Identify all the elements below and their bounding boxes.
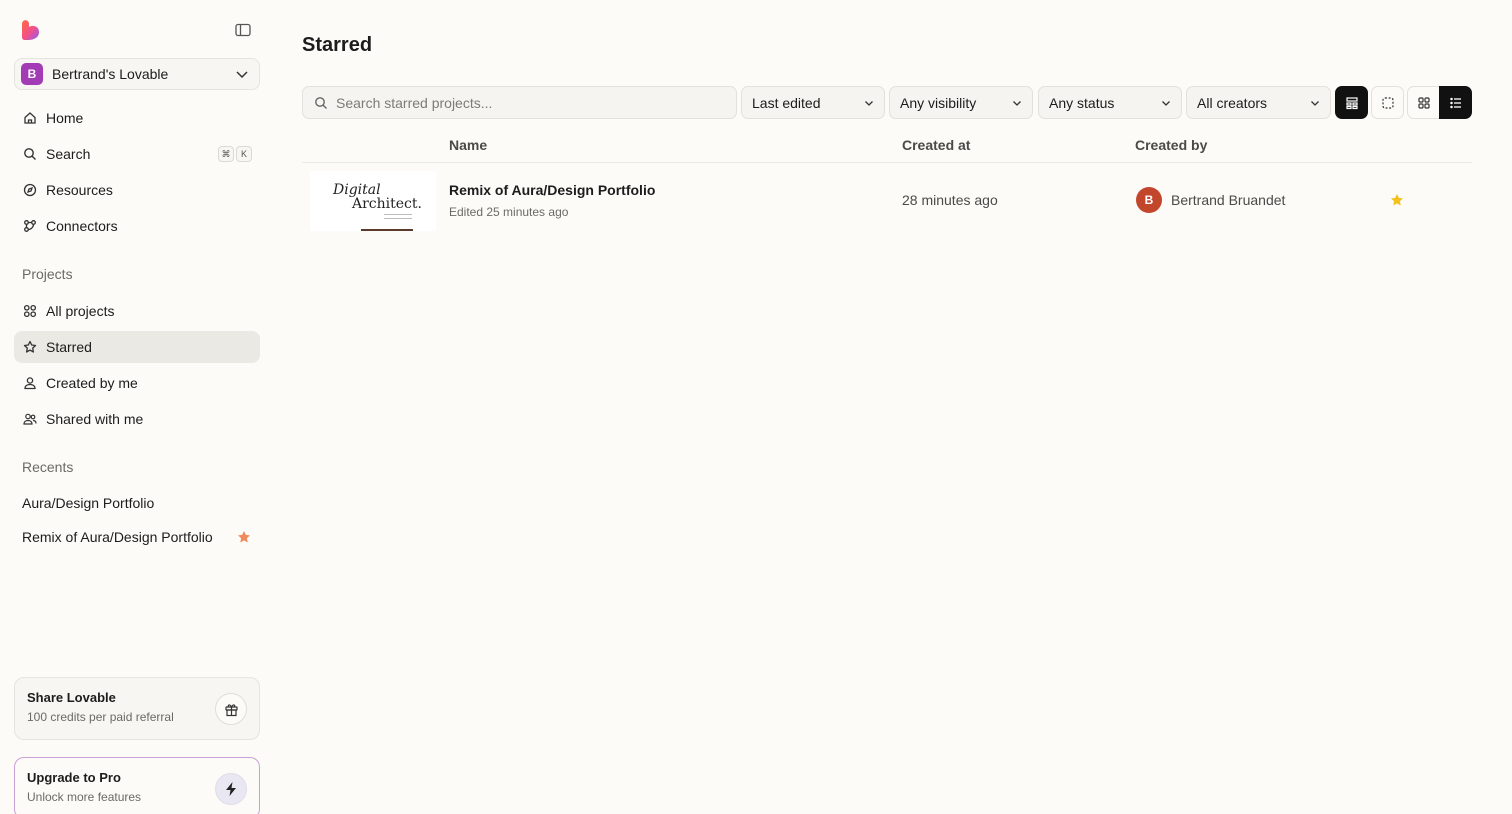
search-input[interactable] — [336, 94, 716, 111]
chevron-down-icon — [1311, 100, 1319, 106]
sidebar-item-shared-with-me[interactable]: Shared with me — [14, 403, 260, 435]
search-icon — [315, 96, 327, 109]
workspace-name: Bertrand's Lovable — [52, 66, 169, 82]
column-header-created-at[interactable]: Created at — [902, 137, 970, 153]
recent-item[interactable]: Aura/Design Portfolio — [14, 488, 260, 518]
avatar: B — [1136, 187, 1162, 213]
project-thumbnail[interactable]: Digital Architect. — [310, 171, 436, 231]
gift-icon — [224, 703, 238, 716]
sidebar-item-label: Resources — [46, 182, 113, 198]
sidebar-item-label: Starred — [46, 339, 92, 355]
search-box[interactable] — [302, 86, 737, 119]
list-view-button[interactable] — [1439, 86, 1472, 119]
select-button[interactable] — [1371, 86, 1404, 119]
home-icon — [23, 111, 37, 125]
creators-dropdown[interactable]: All creators — [1186, 86, 1331, 119]
sidebar-item-label: Search — [46, 146, 91, 162]
status-dropdown-value: Any status — [1049, 94, 1115, 111]
sidebar-item-created-by-me[interactable]: Created by me — [14, 367, 260, 399]
board-view-button[interactable] — [1335, 86, 1368, 119]
chevron-down-icon — [865, 100, 873, 106]
sidebar-item-search[interactable]: Search ⌘ K — [14, 138, 260, 170]
lightning-icon — [226, 782, 236, 796]
sidebar-item-resources[interactable]: Resources — [14, 174, 260, 206]
upgrade-card-title: Upgrade to Pro — [27, 770, 121, 785]
status-dropdown[interactable]: Any status — [1038, 86, 1182, 119]
sidebar-item-connectors[interactable]: Connectors — [14, 210, 260, 242]
upgrade-card-subtitle: Unlock more features — [27, 790, 142, 804]
project-created-at: 28 minutes ago — [902, 192, 998, 208]
projects-section-label: Projects — [22, 266, 73, 282]
workspace-switcher[interactable]: B Bertrand's Lovable — [14, 58, 260, 90]
connectors-icon — [23, 219, 37, 233]
chevron-down-icon — [236, 71, 248, 79]
page-title: Starred — [302, 34, 373, 56]
column-header-created-by[interactable]: Created by — [1135, 137, 1207, 153]
share-card-title: Share Lovable — [27, 690, 116, 705]
compass-icon — [23, 183, 37, 197]
keyboard-shortcut: ⌘ K — [218, 146, 252, 162]
search-icon — [23, 147, 37, 161]
grid-view-button[interactable] — [1407, 86, 1440, 119]
gift-button[interactable] — [215, 693, 247, 725]
thumbnail-text-line2: Architect. — [352, 196, 422, 212]
thumbnail-lines — [384, 214, 412, 219]
table-row[interactable]: Digital Architect. Remix of Aura/Design … — [302, 163, 1472, 237]
users-icon — [23, 412, 37, 426]
star-icon — [23, 340, 37, 354]
select-icon — [1381, 96, 1394, 109]
chevron-down-icon — [1013, 100, 1021, 106]
sidebar-item-label: Connectors — [46, 218, 118, 234]
sidebar-item-label: Shared with me — [46, 411, 144, 427]
star-filled-icon[interactable] — [237, 530, 251, 544]
list-view-icon — [1449, 97, 1461, 108]
workspace-avatar: B — [21, 63, 43, 85]
sidebar-item-label: All projects — [46, 303, 115, 319]
star-filled-icon[interactable] — [1390, 193, 1404, 207]
shortcut-key-cmd: ⌘ — [218, 146, 234, 162]
visibility-dropdown-value: Any visibility — [900, 94, 977, 111]
recent-item-label: Aura/Design Portfolio — [22, 495, 155, 511]
creators-dropdown-value: All creators — [1197, 94, 1268, 111]
recents-section-label: Recents — [22, 459, 74, 475]
sidebar-item-starred[interactable]: Starred — [14, 331, 260, 363]
project-name[interactable]: Remix of Aura/Design Portfolio — [449, 182, 655, 198]
board-view-icon — [1345, 96, 1358, 109]
column-header-name[interactable]: Name — [449, 137, 487, 153]
share-card-subtitle: 100 credits per paid referral — [27, 710, 174, 724]
lovable-logo[interactable] — [20, 19, 42, 41]
chevron-down-icon — [1162, 100, 1170, 106]
upgrade-card[interactable]: Upgrade to Pro Unlock more features — [14, 757, 260, 814]
sidebar: B Bertrand's Lovable Home Search ⌘ K Res… — [0, 0, 274, 814]
sort-dropdown[interactable]: Last edited — [741, 86, 885, 119]
visibility-dropdown[interactable]: Any visibility — [889, 86, 1033, 119]
sidebar-toggle-icon[interactable] — [234, 21, 252, 39]
sort-dropdown-value: Last edited — [752, 94, 821, 111]
recent-item-label: Remix of Aura/Design Portfolio — [22, 529, 213, 545]
shortcut-key-k: K — [236, 146, 252, 162]
upgrade-button[interactable] — [215, 773, 247, 805]
project-edited: Edited 25 minutes ago — [449, 205, 569, 219]
sidebar-item-home[interactable]: Home — [14, 102, 260, 134]
sidebar-item-label: Created by me — [46, 375, 138, 391]
share-lovable-card[interactable]: Share Lovable 100 credits per paid refer… — [14, 677, 260, 740]
sidebar-item-all-projects[interactable]: All projects — [14, 295, 260, 327]
thumbnail-bar — [361, 229, 413, 231]
recent-item[interactable]: Remix of Aura/Design Portfolio — [14, 522, 260, 552]
sidebar-item-label: Home — [46, 110, 84, 126]
user-icon — [23, 376, 37, 390]
grid-icon — [23, 304, 37, 318]
project-creator: Bertrand Bruandet — [1171, 192, 1286, 208]
grid-view-icon — [1418, 96, 1430, 109]
